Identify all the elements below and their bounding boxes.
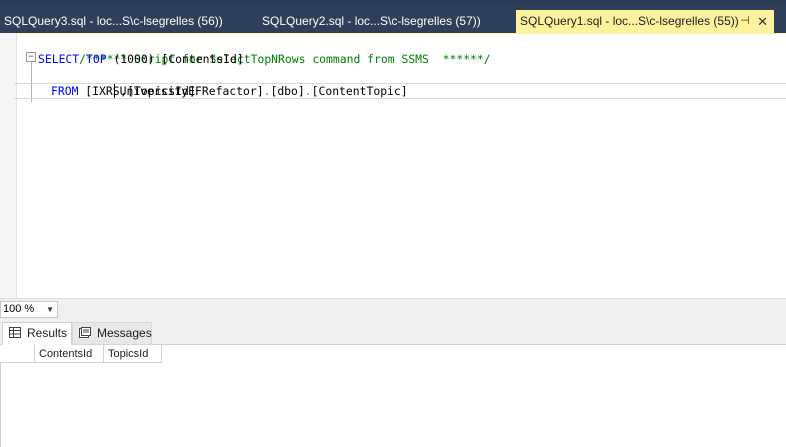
column-header-contentsid[interactable]: ContentsId <box>35 345 104 363</box>
grid-icon <box>9 327 21 338</box>
zoom-value: 100 % <box>3 303 35 315</box>
horizontal-scrollbar[interactable] <box>60 302 786 316</box>
keyword-top: TOP <box>86 52 107 66</box>
keyword-from: FROM <box>51 84 79 98</box>
schema-name: [dbo] <box>270 84 305 98</box>
messages-icon <box>79 327 91 338</box>
tab-messages[interactable]: Messages <box>72 322 152 345</box>
code-line-from: FROM [IXRSUniversityEFRefactor].[dbo].[C… <box>14 83 786 99</box>
results-tab-bar: Results Messages <box>0 319 786 345</box>
close-icon[interactable]: ✕ <box>757 10 768 33</box>
keyword-select: SELECT <box>38 52 80 66</box>
database-name: [IXRSUniversityEFRefactor] <box>85 84 264 98</box>
editor-status-row: 100 % ▼ <box>0 298 786 319</box>
tab-label: SQLQuery2.sql - loc...S\c-lsegrelles (57… <box>262 14 481 28</box>
code-line-topics: ,[TopicsId] <box>24 67 786 98</box>
tab-results[interactable]: Results <box>2 322 72 345</box>
tab-sqlquery2[interactable]: SQLQuery2.sql - loc...S\c-lsegrelles (57… <box>258 10 508 33</box>
column-header-topicsid[interactable]: TopicsId <box>104 345 162 363</box>
tab-sqlquery3[interactable]: SQLQuery3.sql - loc...S\c-lsegrelles (56… <box>0 10 248 33</box>
tab-results-label: Results <box>27 326 68 340</box>
tab-label: SQLQuery3.sql - loc...S\c-lsegrelles (56… <box>4 14 223 28</box>
results-grid[interactable]: ContentsId TopicsId <box>0 345 786 447</box>
zoom-dropdown[interactable]: 100 % ▼ <box>0 301 58 318</box>
query-editor[interactable]: − /****** Script for SelectTopNRows comm… <box>0 33 786 298</box>
table-name: [ContentTopic] <box>311 84 408 98</box>
active-tab-accent <box>0 33 786 34</box>
pin-icon[interactable]: ⊣ <box>740 10 750 33</box>
code-block: /****** Script for SelectTopNRows comman… <box>14 35 786 99</box>
dot-separator: . <box>304 84 312 98</box>
document-tab-bar: SQLQuery3.sql - loc...S\c-lsegrelles (56… <box>0 4 786 33</box>
code-line-select: SELECT TOP (1000) [ContentsId] <box>24 51 786 67</box>
chevron-down-icon: ▼ <box>46 305 54 314</box>
row-number-header[interactable] <box>0 345 35 363</box>
select-columns: (1000) [ContentsId] <box>106 52 244 66</box>
tab-label: SQLQuery1.sql - loc...S\c-lsegrelles (55… <box>520 14 739 28</box>
tab-messages-label: Messages <box>97 326 152 340</box>
text-caret <box>114 84 115 98</box>
editor-margin-line <box>16 33 17 298</box>
editor-gutter <box>0 33 16 298</box>
code-line-comment: /****** Script for SelectTopNRows comman… <box>24 35 786 66</box>
tab-sqlquery1[interactable]: SQLQuery1.sql - loc...S\c-lsegrelles (55… <box>516 10 774 33</box>
